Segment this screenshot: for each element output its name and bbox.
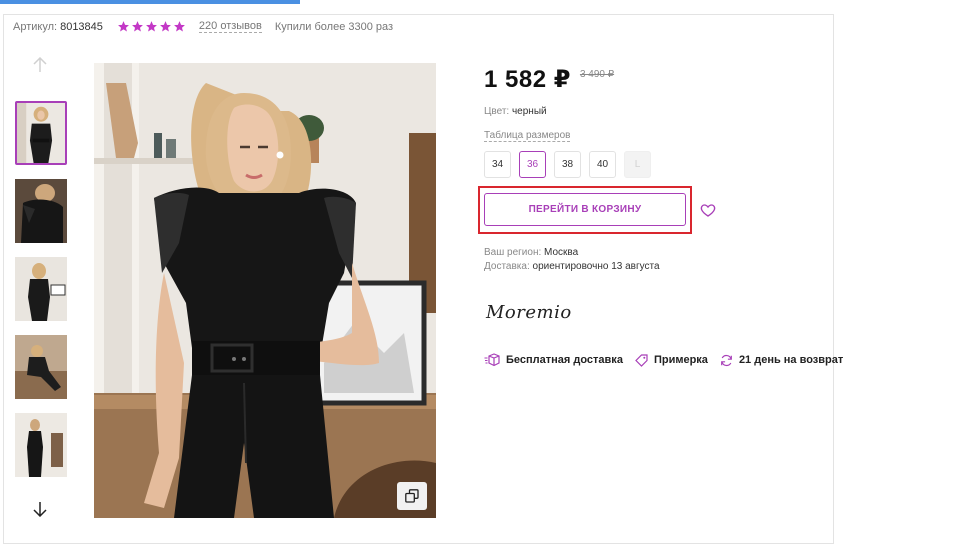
old-price: 3 490 ₽: [579, 69, 615, 80]
benefit-return: 21 день на возврат: [720, 354, 843, 367]
copy-zoom-icon[interactable]: [397, 482, 427, 510]
star-icon: [145, 21, 157, 32]
delivery-value: ориентировочно 13 августа: [532, 261, 660, 272]
size-table-link[interactable]: Таблица размеров: [484, 130, 571, 142]
go-to-cart-button[interactable]: ПЕРЕЙТИ В КОРЗИНУ: [484, 193, 686, 226]
star-icon: [173, 21, 185, 32]
color-value: черный: [511, 106, 547, 117]
box-icon: [484, 353, 500, 367]
benefits-row: Бесплатная доставка Примерка 21 день на …: [484, 353, 855, 367]
size-selector: 34 36 38 40 L: [484, 151, 659, 178]
color-line: Цвет: черный: [484, 106, 547, 117]
refresh-icon: [721, 354, 732, 366]
thumbnail-gallery: [13, 55, 69, 525]
benefit-label: Примерка: [653, 354, 708, 366]
benefit-label: 21 день на возврат: [738, 354, 844, 366]
reviews-link[interactable]: 220 отзывов: [198, 20, 262, 33]
region-value[interactable]: Москва: [544, 247, 578, 258]
product-meta-row: Артикул: 8013845 220 отзывов Купили боле…: [13, 20, 393, 33]
size-option-disabled: L: [624, 151, 651, 178]
delivery-label: Доставка:: [484, 261, 530, 272]
star-icon: [117, 21, 129, 32]
price-row: 1 582 ₽ 3 490 ₽: [484, 65, 614, 94]
color-label: Цвет:: [484, 106, 510, 117]
main-product-photo[interactable]: [94, 63, 436, 518]
arrow-up-icon[interactable]: [27, 55, 53, 75]
size-option[interactable]: 38: [554, 151, 581, 178]
model-photo-illustration: [94, 63, 436, 518]
benefit-free-delivery: Бесплатная доставка: [484, 353, 623, 367]
top-progress-bar: [0, 0, 300, 4]
tag-icon: [635, 353, 648, 367]
rating-stars[interactable]: [117, 20, 187, 33]
benefit-fitting: Примерка: [635, 353, 708, 367]
benefit-label: Бесплатная доставка: [506, 354, 623, 366]
region-label: Ваш регион:: [484, 247, 542, 258]
product-card: Артикул: 8013845 220 отзывов Купили боле…: [3, 14, 843, 544]
arrow-down-icon[interactable]: [27, 499, 53, 519]
heart-icon[interactable]: [700, 202, 716, 218]
thumbnail-5[interactable]: [15, 413, 67, 477]
thumbnail-3[interactable]: [15, 257, 67, 321]
size-option-selected[interactable]: 36: [519, 151, 546, 178]
star-icon: [131, 21, 143, 32]
star-icon: [159, 21, 171, 32]
thumbnail-2[interactable]: [15, 179, 67, 243]
thumbnail-4[interactable]: [15, 335, 67, 399]
brand-logo[interactable]: Moremio: [486, 302, 572, 323]
bought-count: Купили более 3300 раз: [274, 20, 394, 33]
sku-value: 8013845: [60, 20, 103, 33]
product-info: 1 582 ₽ 3 490 ₽ Цвет: черный Таблица раз…: [478, 15, 843, 535]
size-option[interactable]: 34: [484, 151, 511, 178]
region-info: Ваш регион: Москва Доставка: ориентирово…: [484, 246, 660, 274]
size-option[interactable]: 40: [589, 151, 616, 178]
sku-label: Артикул:: [13, 20, 58, 33]
thumbnail-1[interactable]: [15, 101, 67, 165]
current-price: 1 582 ₽: [484, 66, 571, 93]
